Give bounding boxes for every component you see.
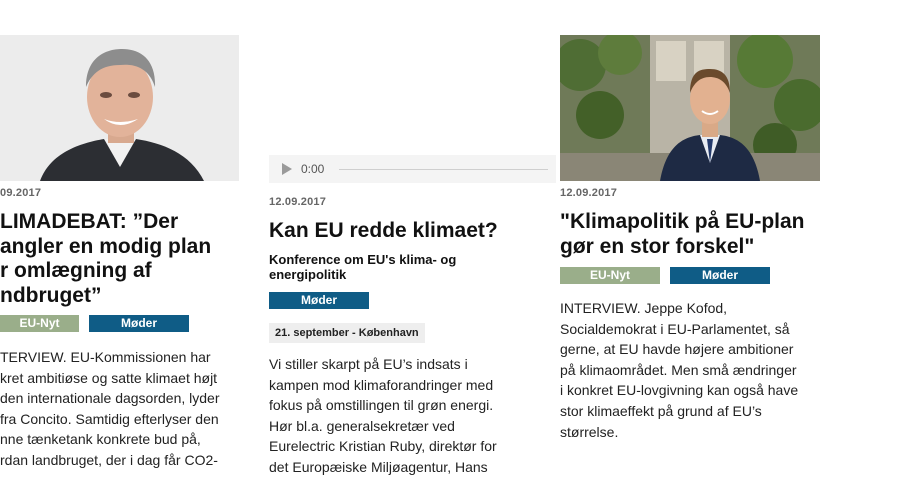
teaser-line: Hør bl.a. generalsekretær ved <box>269 417 455 434</box>
article-date: 09.2017 <box>0 187 42 199</box>
audio-time: 0:00 <box>301 162 325 176</box>
teaser-line: Eurelectric Kristian Ruby, direktør for <box>269 438 497 455</box>
article-headline[interactable]: Kan EU redde klimaet? <box>269 219 549 244</box>
teaser-line: fra Concito. Samtidig efterlyser den <box>0 410 219 427</box>
teaser-line: Vi stiller skarpt på EU’s indsats i <box>269 356 468 372</box>
article-subheadline: Konference om EU's klima- og energipolit… <box>269 252 539 282</box>
teaser-line: størrelse. <box>560 423 619 440</box>
teaser-line: Socialdemokrat i EU-Parlamentet, så <box>560 320 790 337</box>
teaser-line: på klimaområdet. Men små ændringer <box>560 361 797 378</box>
tag-moder[interactable]: Møder <box>269 292 369 309</box>
portrait-image <box>0 35 239 181</box>
subheadline-line: energipolitik <box>269 267 347 282</box>
teaser-line: fokus på omstillingen til grøn energi. <box>269 397 494 414</box>
teaser-line: stor klimaeffekt på grund af EU’s <box>560 402 762 419</box>
teaser-line: kampen mod klimaforandringer med <box>269 376 494 393</box>
event-info: 21. september - København <box>269 323 425 343</box>
headline-line: "Klimapolitik på EU-plan <box>560 210 805 233</box>
audio-progress-track[interactable] <box>339 169 548 170</box>
teaser-line: TERVIEW. EU-Kommissionen har <box>0 349 211 365</box>
headline-line: LIMADEBAT: ”Der <box>0 210 179 233</box>
tag-moder[interactable]: Møder <box>89 315 189 332</box>
subheadline-line: Konference om EU's klima- og <box>269 252 457 267</box>
article-headline[interactable]: "Klimapolitik på EU-plan gør en stor for… <box>560 210 860 259</box>
article-teaser: TERVIEW. EU-Kommissionen har kret ambiti… <box>0 347 245 471</box>
headline-line: gør en stor forskel" <box>560 234 755 258</box>
article-teaser: Vi stiller skarpt på EU’s indsats i kamp… <box>269 354 549 478</box>
teaser-line: nne tænketank konkrete bud på, <box>0 431 201 448</box>
headline-line: r omlægning af <box>0 259 152 282</box>
play-icon[interactable] <box>282 163 292 175</box>
tag-eu-nyt[interactable]: EU-Nyt <box>560 267 660 284</box>
tag-eu-nyt[interactable]: EU-Nyt <box>0 315 79 332</box>
headline-line: ndbruget” <box>0 283 102 307</box>
headline-line: angler en modig plan <box>0 234 212 258</box>
article-photo-portrait[interactable] <box>560 35 820 181</box>
teaser-line: kret ambitiøse og satte klimaet højt <box>0 369 218 386</box>
article-teaser: INTERVIEW. Jeppe Kofod, Socialdemokrat i… <box>560 298 840 442</box>
portrait-image <box>560 35 820 181</box>
article-date: 12.09.2017 <box>560 187 618 199</box>
teaser-line: rdan landbruget, der i dag får CO2- <box>0 451 218 468</box>
article-date: 12.09.2017 <box>269 196 327 208</box>
article-headline[interactable]: LIMADEBAT: ”Der angler en modig plan r o… <box>0 210 245 308</box>
audio-player[interactable]: 0:00 <box>269 155 556 183</box>
teaser-line: det Europæiske Miljøagentur, Hans <box>269 458 488 475</box>
teaser-line: gerne, at EU havde højere ambitioner <box>560 341 794 358</box>
article-photo-portrait[interactable] <box>0 35 239 181</box>
teaser-line: INTERVIEW. Jeppe Kofod, <box>560 300 728 316</box>
teaser-line: den internationale dagsorden, lyder <box>0 390 220 407</box>
tag-moder[interactable]: Møder <box>670 267 770 284</box>
teaser-line: i konkret EU-lovgivning kan også have <box>560 382 799 399</box>
